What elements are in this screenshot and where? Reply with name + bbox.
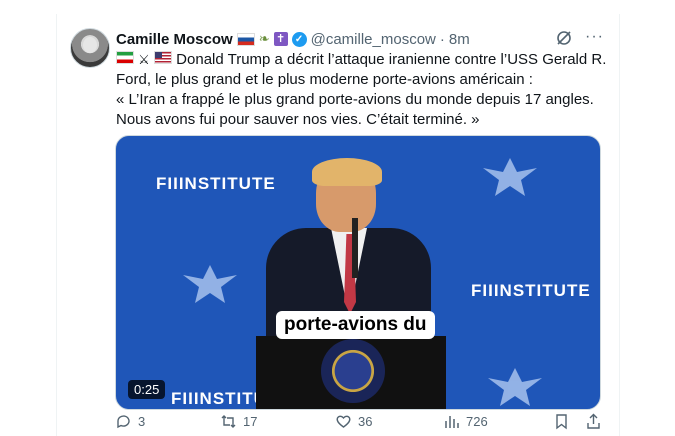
tweet-text-line-1: ⚔ Donald Trump a décrit l’attaque iranie… — [116, 50, 606, 70]
avatar-face — [83, 37, 97, 53]
repost-count: 17 — [243, 414, 258, 429]
russia-flag-icon — [236, 32, 255, 46]
microphone — [352, 218, 358, 278]
reply-icon — [117, 415, 130, 429]
usa-flag-icon — [154, 51, 172, 64]
grok-icon[interactable] — [556, 30, 572, 46]
eagle-seal-icon — [183, 265, 237, 303]
video-duration: 0:25 — [128, 380, 166, 399]
eagle-seal-icon — [483, 158, 537, 196]
dot-separator: · — [439, 30, 445, 48]
tweet-text-line-3: « L’Iran a frappé le plus grand porte-av… — [116, 91, 594, 108]
avatar[interactable] — [70, 28, 110, 68]
views-icon — [445, 416, 459, 428]
eagle-seal-icon — [488, 368, 542, 406]
reply-button[interactable]: 3 — [115, 413, 145, 430]
tweet-text-line-4: Nous avons fui pour sauver nos vies. C’é… — [116, 111, 480, 128]
like-button[interactable]: 36 — [335, 413, 372, 430]
author-handle[interactable]: @camille_moscow — [311, 31, 436, 48]
olive-branch-icon: ❧ — [258, 31, 270, 46]
like-count: 36 — [358, 414, 373, 429]
more-options-icon[interactable]: ··· — [585, 28, 604, 46]
orthodox-cross-icon: ✝ — [273, 32, 288, 46]
verified-badge-icon: ✓ — [291, 31, 307, 47]
heart-icon — [336, 415, 351, 428]
share-icon — [587, 413, 600, 429]
tweet-text: ⚔ Donald Trump a décrit l’attaque iranie… — [116, 50, 606, 130]
repost-button[interactable]: 17 — [220, 413, 257, 430]
author-name[interactable]: Camille Moscow — [116, 31, 233, 48]
views-button[interactable]: 726 — [443, 413, 488, 430]
repost-icon — [221, 415, 236, 428]
video-player[interactable]: FIIINSTITUTE FIIINSTITUTE FIIINSTITUT po… — [115, 135, 601, 410]
tweet-text-content: Donald Trump a décrit l’attaque iranienn… — [176, 51, 607, 68]
speaker-hair — [312, 158, 382, 186]
tweet-text-line-2: Ford, le plus grand et le plus moderne p… — [116, 71, 533, 88]
tweet-header: Camille Moscow ❧ ✝ ✓ @camille_moscow · 8… — [116, 28, 470, 50]
views-count: 726 — [466, 414, 488, 429]
iran-flag-icon — [116, 51, 134, 64]
fii-institute-logo: FIIINSTITUTE — [471, 281, 591, 300]
crossed-swords-icon: ⚔ — [138, 52, 150, 67]
tweet-timestamp[interactable]: 8m — [449, 31, 470, 48]
fii-institute-logo: FIIINSTITUTE — [156, 174, 276, 193]
reply-count: 3 — [138, 414, 146, 429]
bookmark-button[interactable] — [553, 413, 570, 430]
share-button[interactable] — [585, 413, 602, 430]
bookmark-icon — [556, 414, 567, 430]
video-caption: porte-avions du — [276, 311, 435, 339]
presidential-seal-icon — [321, 339, 385, 403]
